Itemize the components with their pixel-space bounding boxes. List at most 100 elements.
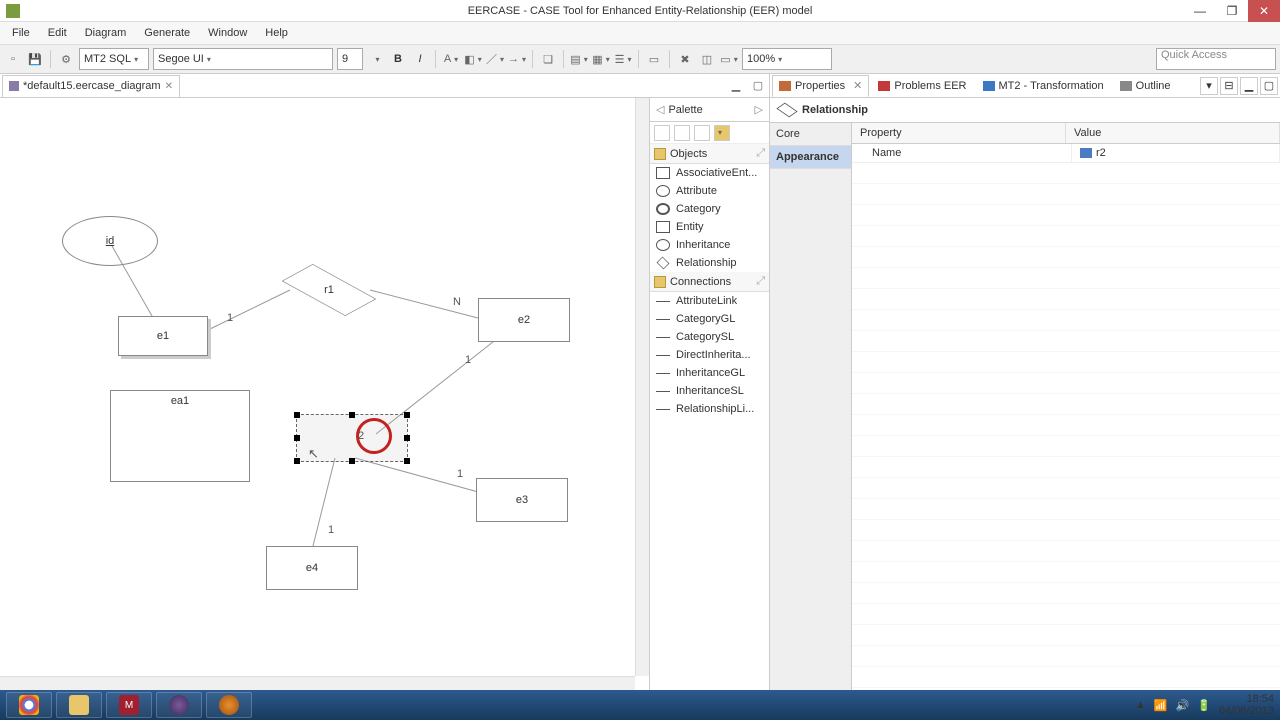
pin-icon[interactable]: ⤢	[756, 275, 765, 288]
tray-clock[interactable]: 18:54 04/06/2013	[1219, 693, 1274, 717]
palette-item-entity[interactable]: Entity	[650, 218, 769, 236]
property-value-cell[interactable]: r2	[1072, 144, 1280, 162]
minimize-view-icon[interactable]: ▁	[1240, 77, 1258, 95]
note-tool-icon[interactable]	[714, 125, 730, 141]
entity-e3[interactable]: e3	[476, 478, 568, 522]
view-menu-icon[interactable]: ▾	[1200, 77, 1218, 95]
card-1d: 1	[328, 524, 334, 536]
menu-help[interactable]: Help	[257, 25, 296, 41]
palette-item-categorygl[interactable]: CategoryGL	[650, 310, 769, 328]
palette-item-inheritancegl[interactable]: InheritanceGL	[650, 364, 769, 382]
zoom-select[interactable]: 100%	[742, 48, 832, 70]
entity-e1[interactable]: e1	[118, 316, 208, 356]
card-1c: 1	[457, 468, 463, 480]
close-tab-icon[interactable]: ✕	[853, 79, 862, 92]
attribute-node[interactable]: id	[62, 216, 158, 266]
arrow-icon[interactable]: →	[508, 50, 526, 68]
palette-item-relationshiplink[interactable]: RelationshipLi...	[650, 400, 769, 418]
entity-e4[interactable]: e4	[266, 546, 358, 590]
tray-battery-icon[interactable]: 🔋	[1197, 699, 1211, 712]
palette-item-directinherit[interactable]: DirectInherita...	[650, 346, 769, 364]
palette-group-connections[interactable]: Connections⤢	[650, 272, 769, 292]
properties-title-label: Relationship	[802, 104, 868, 116]
e4-label: e4	[306, 562, 318, 574]
pin-icon[interactable]: ⤢	[756, 147, 765, 160]
menu-generate[interactable]: Generate	[136, 25, 198, 41]
palette-item-attributelink[interactable]: AttributeLink	[650, 292, 769, 310]
menu-window[interactable]: Window	[200, 25, 255, 41]
view-icon[interactable]: ▭	[720, 50, 738, 68]
font-size-drop-icon[interactable]	[367, 50, 385, 68]
r2-label: 2	[358, 430, 364, 442]
palette-item-relationship[interactable]: Relationship	[650, 254, 769, 272]
value-icon	[1080, 148, 1092, 158]
palette-item-category[interactable]: Category	[650, 200, 769, 218]
diagram-canvas[interactable]: id r1 e1 e2 ea1 2 e3 e4 N 1 1 1 1	[0, 98, 649, 690]
property-row[interactable]: Name r2	[852, 144, 1280, 163]
order-icon[interactable]: ☰	[614, 50, 632, 68]
tab-properties[interactable]: Properties✕	[772, 75, 869, 97]
transform-icon[interactable]: ⚙	[57, 50, 75, 68]
font-color-icon[interactable]: A	[442, 50, 460, 68]
maximize-button[interactable]: ❐	[1216, 0, 1248, 22]
card-1a: 1	[227, 312, 233, 324]
relationship-r1[interactable]: r1	[284, 268, 374, 312]
tray-flag-icon[interactable]: ▲	[1135, 699, 1146, 711]
pin-icon[interactable]: ✖	[676, 50, 694, 68]
palette-item-inheritance[interactable]: Inheritance	[650, 236, 769, 254]
distribute-icon[interactable]: ▦	[592, 50, 610, 68]
maximize-editor-icon[interactable]: ▢	[749, 77, 767, 95]
folder-icon	[654, 276, 666, 288]
close-button[interactable]: ✕	[1248, 0, 1280, 22]
taskbar-app2[interactable]	[206, 692, 252, 718]
new-icon[interactable]: ▫	[4, 50, 22, 68]
minimize-editor-icon[interactable]: ▁	[727, 77, 745, 95]
select-tool-icon[interactable]	[654, 125, 670, 141]
category-appearance[interactable]: Appearance	[770, 146, 851, 169]
entity-ea1[interactable]: ea1	[110, 390, 250, 482]
align-icon[interactable]: ▤	[570, 50, 588, 68]
menu-file[interactable]: File	[4, 25, 38, 41]
horizontal-scrollbar[interactable]	[0, 676, 635, 690]
save-icon[interactable]: 💾	[26, 50, 44, 68]
maximize-view-icon[interactable]: ▢	[1260, 77, 1278, 95]
taskbar-explorer[interactable]	[56, 692, 102, 718]
category-core[interactable]: Core	[770, 123, 851, 146]
zoom-in-icon[interactable]	[674, 125, 690, 141]
quick-access-input[interactable]: Quick Access	[1156, 48, 1276, 70]
palette-item-inheritancesl[interactable]: InheritanceSL	[650, 382, 769, 400]
taskbar-app1[interactable]: M	[106, 692, 152, 718]
tab-outline[interactable]: Outline	[1113, 75, 1178, 97]
palette-item-attribute[interactable]: Attribute	[650, 182, 769, 200]
line-color-icon[interactable]: ／	[486, 50, 504, 68]
font-size-select[interactable]: 9	[337, 48, 363, 70]
entity-e2[interactable]: e2	[478, 298, 570, 342]
vertical-scrollbar[interactable]	[635, 98, 649, 676]
auto-layout-icon[interactable]: ▭	[645, 50, 663, 68]
transform-select[interactable]: MT2 SQL	[79, 48, 149, 70]
menu-diagram[interactable]: Diagram	[77, 25, 135, 41]
fill-color-icon[interactable]: ◧	[464, 50, 482, 68]
tray-network-icon[interactable]: 📶	[1154, 699, 1168, 712]
minimize-button[interactable]: —	[1184, 0, 1216, 22]
taskbar-chrome[interactable]	[6, 692, 52, 718]
italic-icon[interactable]: I	[411, 50, 429, 68]
grid-icon[interactable]: ◫	[698, 50, 716, 68]
card-1b: 1	[465, 354, 471, 366]
menu-edit[interactable]: Edit	[40, 25, 75, 41]
copy-format-icon[interactable]: ❏	[539, 50, 557, 68]
editor-tab[interactable]: *default15.eercase_diagram ✕	[2, 75, 180, 97]
palette-item-categorysl[interactable]: CategorySL	[650, 328, 769, 346]
tab-problems[interactable]: Problems EER	[871, 75, 973, 97]
taskbar-eclipse[interactable]	[156, 692, 202, 718]
close-tab-icon[interactable]: ✕	[165, 81, 173, 92]
system-tray: ▲ 📶 🔊 🔋 18:54 04/06/2013	[1135, 693, 1274, 717]
palette-item-associative-entity[interactable]: AssociativeEnt...	[650, 164, 769, 182]
tab-mt2[interactable]: MT2 - Transformation	[976, 75, 1111, 97]
pin-view-icon[interactable]: ⊟	[1220, 77, 1238, 95]
zoom-out-icon[interactable]	[694, 125, 710, 141]
font-select[interactable]: Segoe UI	[153, 48, 333, 70]
tray-sound-icon[interactable]: 🔊	[1176, 699, 1190, 712]
bold-icon[interactable]: B	[389, 50, 407, 68]
palette-group-objects[interactable]: Objects⤢	[650, 144, 769, 164]
